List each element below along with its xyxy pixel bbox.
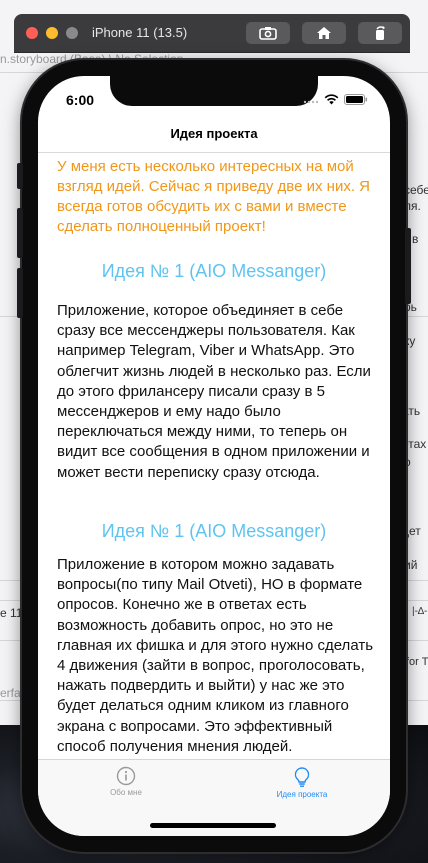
status-time: 6:00 (66, 92, 95, 108)
zoom-window-button[interactable] (66, 27, 78, 39)
rotate-button[interactable] (358, 22, 402, 44)
info-icon (116, 766, 136, 786)
simulator-titlebar: iPhone 11 (13.5) (14, 14, 410, 52)
power-button (405, 228, 411, 304)
volume-down-button (17, 268, 23, 318)
bg-fragment: for T (406, 656, 428, 668)
simulator-title: iPhone 11 (13.5) (92, 25, 188, 40)
intro-text: У меня есть несколько интересных на мой … (57, 158, 370, 235)
close-window-button[interactable] (26, 27, 38, 39)
rotate-icon (376, 26, 385, 40)
volume-up-button (17, 208, 23, 258)
bg-fragment: e 11 (0, 606, 23, 620)
bg-fragment: ля. (404, 199, 421, 213)
idea-body-2: Приложение в котором можно задавать вопр… (57, 556, 374, 755)
minimize-window-button[interactable] (46, 27, 58, 39)
home-button[interactable] (302, 22, 346, 44)
tab-bar: Обо мне Идея проекта (38, 759, 390, 836)
tab-project-idea-label: Идея проекта (276, 790, 328, 799)
screenshot-icon (259, 27, 277, 40)
idea-title-2: Идея № 1 (AIO Messanger) (101, 521, 327, 541)
bg-fragment: себе (404, 183, 428, 197)
battery-icon (344, 94, 368, 105)
mute-switch (17, 163, 23, 189)
screenshot-button[interactable] (246, 22, 290, 44)
tab-about-me-label: Обо мне (110, 788, 142, 797)
idea-title-1: Идея № 1 (AIO Messanger) (101, 261, 327, 281)
home-indicator[interactable] (150, 823, 276, 828)
tab-project-idea[interactable]: Идея проекта (214, 766, 390, 806)
nav-title: Идея проекта (170, 126, 258, 141)
idea-body-1: Приложение, которое объединяет в себе ср… (57, 302, 371, 481)
scroll-content[interactable]: У меня есть несколько интересных на мой … (38, 153, 390, 760)
status-icons (303, 94, 368, 105)
cellular-icon (303, 100, 319, 104)
notch (110, 76, 318, 106)
wifi-icon (324, 94, 339, 105)
bg-fragment: ий (404, 558, 418, 572)
lightbulb-icon (294, 767, 310, 787)
bg-fragment: |-∆- (412, 606, 428, 617)
app-screen: 6:00 Идея проекта У меня есть несколько … (38, 76, 390, 836)
home-icon (317, 27, 331, 39)
tab-about-me[interactable]: Обо мне (38, 766, 214, 806)
